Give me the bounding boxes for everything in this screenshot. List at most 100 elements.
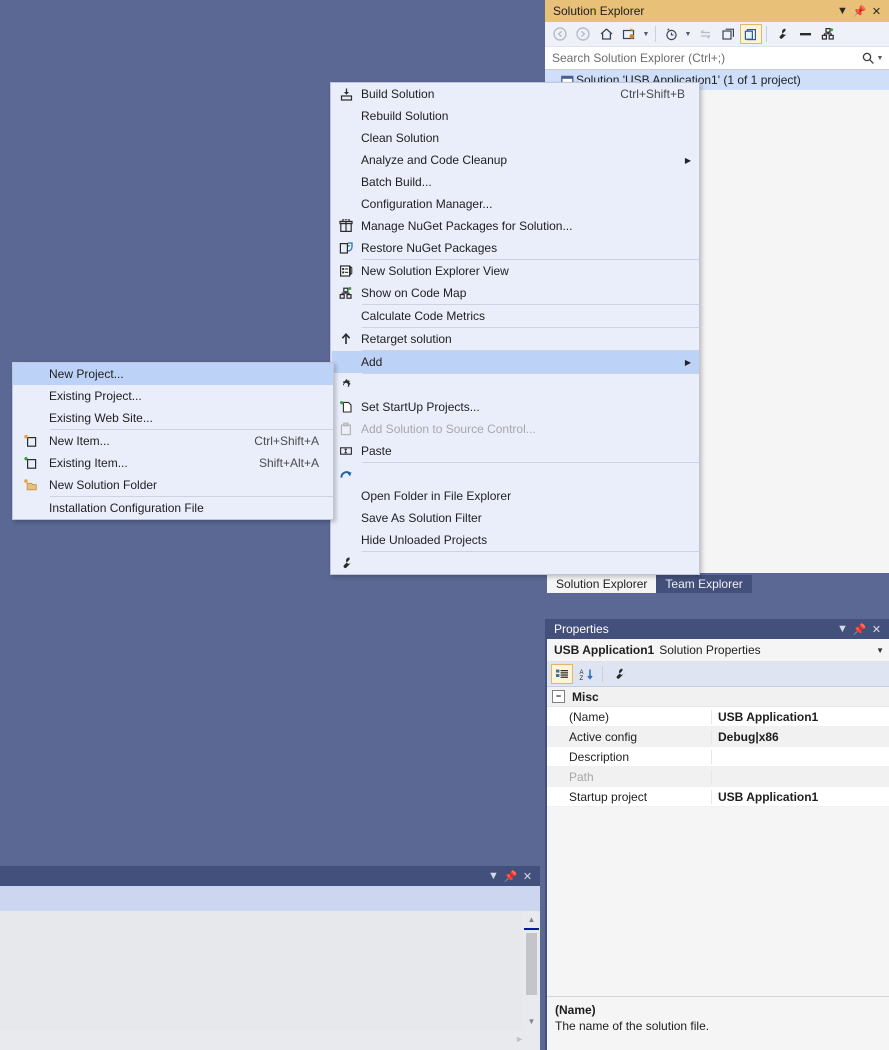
property-category-label: Misc: [572, 689, 599, 704]
submenu-item-new-project[interactable]: New Project...: [13, 363, 333, 385]
menu-label: New Solution Folder: [49, 478, 158, 492]
property-value[interactable]: Debug|x86: [712, 730, 889, 744]
submenu-item-existing-web-site[interactable]: Existing Web Site...: [13, 407, 333, 429]
property-row-name[interactable]: (Name) USB Application1: [547, 707, 889, 727]
menu-label: Restore NuGet Packages: [361, 241, 498, 255]
new-folder-icon: [13, 478, 49, 492]
menu-label: New Item...: [49, 434, 110, 448]
property-row-path[interactable]: Path: [547, 767, 889, 787]
menu-item-show-on-code-map[interactable]: Show on Code Map: [331, 282, 699, 304]
retarget-arrow-icon: [331, 332, 361, 346]
menu-item-set-startup-projects[interactable]: [331, 374, 699, 396]
alphabetical-icon[interactable]: AZ: [575, 664, 597, 684]
menu-label: Save As Solution Filter: [361, 511, 482, 525]
submenu-item-existing-item[interactable]: Existing Item... Shift+Alt+A: [13, 452, 333, 474]
properties-title: Properties: [554, 622, 609, 636]
home-icon[interactable]: [595, 24, 617, 44]
show-all-files-dropdown-icon[interactable]: ▼: [641, 31, 651, 38]
menu-item-rename[interactable]: Paste: [331, 440, 699, 462]
back-icon[interactable]: [549, 24, 571, 44]
property-value[interactable]: USB Application1: [712, 710, 889, 724]
properties-grid: − Misc (Name) USB Application1 Active co…: [547, 687, 889, 807]
close-icon[interactable]: ✕: [519, 867, 536, 885]
solution-explorer-title: Solution Explorer: [553, 4, 645, 18]
menu-item-retarget-solution[interactable]: Retarget solution: [331, 328, 699, 350]
sync-icon[interactable]: [694, 24, 716, 44]
output-vertical-scrollbar[interactable]: ▲ ▼: [523, 911, 540, 1030]
menu-item-hide-unloaded-projects[interactable]: Save As Solution Filter: [331, 507, 699, 529]
menu-shortcut: Ctrl+Shift+B: [620, 87, 685, 101]
pin-icon[interactable]: 📌: [851, 620, 868, 638]
menu-label: Batch Build...: [361, 175, 432, 189]
code-map-icon[interactable]: [817, 24, 839, 44]
submenu-item-new-solution-folder[interactable]: New Solution Folder: [13, 474, 333, 496]
submenu-item-existing-project[interactable]: Existing Project...: [13, 385, 333, 407]
show-all-files-icon[interactable]: [618, 24, 640, 44]
menu-item-build-solution[interactable]: Build Solution Ctrl+Shift+B: [331, 83, 699, 105]
property-row-active-config[interactable]: Active config Debug|x86: [547, 727, 889, 747]
submenu-item-installation-configuration-file[interactable]: Installation Configuration File: [13, 497, 333, 519]
property-row-description[interactable]: Description: [547, 747, 889, 767]
property-value[interactable]: USB Application1: [712, 790, 889, 804]
pin-icon[interactable]: 📌: [502, 867, 519, 885]
menu-item-clean-solution[interactable]: Clean Solution: [331, 127, 699, 149]
search-dropdown-icon[interactable]: ▼: [875, 55, 885, 62]
close-icon[interactable]: ✕: [868, 2, 885, 20]
submenu-item-new-item[interactable]: New Item... Ctrl+Shift+A: [13, 430, 333, 452]
collapse-all-icon[interactable]: [717, 24, 739, 44]
collapse-box-icon[interactable]: −: [552, 690, 565, 703]
menu-label: Existing Project...: [49, 389, 142, 403]
menu-label: Analyze and Code Cleanup: [361, 153, 508, 167]
output-panel-subheader: [0, 886, 540, 911]
menu-label: Installation Configuration File: [49, 501, 204, 515]
search-icon[interactable]: [861, 51, 875, 65]
menu-item-batch-build[interactable]: Batch Build...: [331, 171, 699, 193]
output-horizontal-scrollbar[interactable]: ►: [0, 1030, 540, 1047]
menu-item-new-solution-explorer-view[interactable]: New Solution Explorer View: [331, 260, 699, 282]
menu-item-configuration-manager[interactable]: Configuration Manager...: [331, 193, 699, 215]
pending-changes-icon[interactable]: [660, 24, 682, 44]
tab-solution-explorer[interactable]: Solution Explorer: [547, 575, 657, 593]
scrollbar-thumb[interactable]: [526, 933, 537, 995]
tab-team-explorer[interactable]: Team Explorer: [656, 575, 752, 593]
description-title: (Name): [555, 1003, 596, 1017]
preview-icon[interactable]: [794, 24, 816, 44]
dropdown-icon[interactable]: ▼: [834, 2, 851, 20]
menu-item-analyze-and-code-cleanup[interactable]: Analyze and Code Cleanup ▶: [331, 149, 699, 171]
close-icon[interactable]: ✕: [868, 620, 885, 638]
menu-item-add-solution-to-source-control[interactable]: Set StartUp Projects...: [331, 396, 699, 418]
menu-label: Set StartUp Projects...: [361, 400, 480, 414]
menu-item-open-folder-in-file-explorer[interactable]: [331, 463, 699, 485]
menu-item-manage-nuget-packages[interactable]: Manage NuGet Packages for Solution...: [331, 215, 699, 237]
property-pages-icon[interactable]: [608, 664, 630, 684]
solution-explorer-toolbar: ▼ ▼: [545, 22, 889, 47]
menu-item-restore-nuget-packages[interactable]: Restore NuGet Packages: [331, 237, 699, 259]
menu-item-load-project-dependencies[interactable]: Hide Unloaded Projects: [331, 529, 699, 551]
properties-description-pane: (Name) The name of the solution file.: [547, 996, 889, 1050]
dropdown-icon[interactable]: ▼: [485, 867, 502, 885]
menu-label: Calculate Code Metrics: [361, 309, 486, 323]
show-properties-icon[interactable]: [771, 24, 793, 44]
dropdown-icon[interactable]: ▼: [834, 620, 851, 638]
menu-item-add[interactable]: Add ▶: [331, 351, 699, 373]
scroll-right-icon[interactable]: ►: [515, 1034, 524, 1044]
menu-label: Retarget solution: [361, 332, 452, 346]
menu-item-rebuild-solution[interactable]: Rebuild Solution: [331, 105, 699, 127]
pending-dropdown-icon[interactable]: ▼: [683, 31, 693, 38]
property-category-misc[interactable]: − Misc: [547, 687, 889, 707]
search-solution-explorer-box[interactable]: Search Solution Explorer (Ctrl+;) ▼: [545, 47, 889, 70]
pin-icon[interactable]: 📌: [851, 2, 868, 20]
properties-view-icon[interactable]: [740, 24, 762, 44]
menu-item-properties[interactable]: [331, 552, 699, 574]
menu-item-calculate-code-metrics[interactable]: Calculate Code Metrics: [331, 305, 699, 327]
properties-object-selector[interactable]: USB Application1 Solution Properties ▼: [547, 639, 889, 662]
chevron-down-icon[interactable]: ▼: [876, 646, 884, 655]
categorized-icon[interactable]: [551, 664, 573, 684]
scroll-down-icon[interactable]: ▼: [523, 1013, 540, 1030]
menu-label: Show on Code Map: [361, 286, 467, 300]
scroll-up-icon[interactable]: ▲: [523, 911, 540, 928]
forward-icon[interactable]: [572, 24, 594, 44]
menu-item-save-as-solution-filter[interactable]: Open Folder in File Explorer: [331, 485, 699, 507]
nuget-package-icon: [331, 219, 361, 233]
property-row-startup-project[interactable]: Startup project USB Application1: [547, 787, 889, 807]
